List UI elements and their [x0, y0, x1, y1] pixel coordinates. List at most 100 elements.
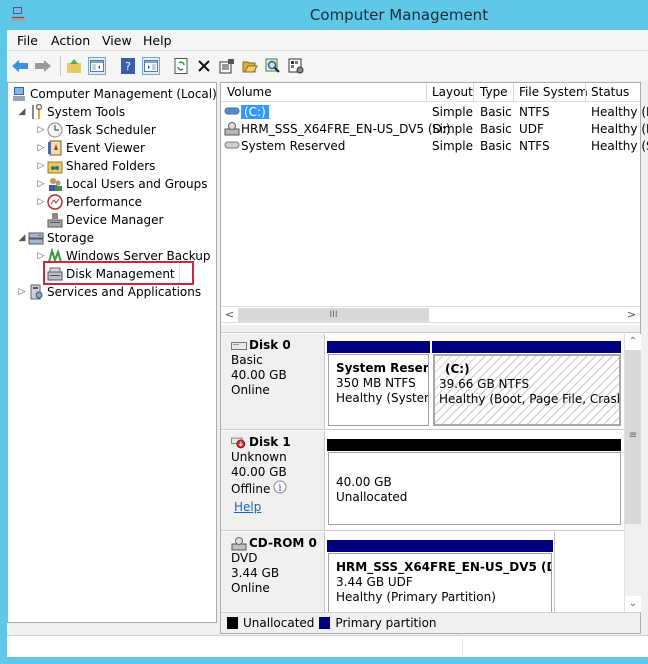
disk-type: DVD — [231, 551, 258, 565]
properties-icon[interactable] — [218, 57, 236, 75]
volume-drive-icon — [224, 105, 240, 120]
forward-icon[interactable] — [34, 57, 52, 75]
disk-size: 3.44 GB — [231, 566, 280, 580]
main-window: File Action View Help ? Computer Managem… — [7, 30, 648, 657]
tree-label: Computer Management (Local) — [30, 87, 217, 101]
partition-unallocated[interactable]: 40.00 GB Unallocated — [328, 452, 621, 525]
disk-row-cd-rom-0: CD-ROM 0 DVD 3.44 GB Online HRM_SSS_X64F… — [221, 532, 624, 612]
volume-row[interactable]: (C:) Simple Basic NTFS Healthy (B — [221, 104, 648, 121]
column-divider[interactable] — [585, 83, 586, 102]
collapsed-arrow-icon[interactable]: ▷ — [35, 179, 47, 189]
tree-item-system-tools[interactable]: ◢ System Tools — [16, 103, 125, 121]
tree-label: Event Viewer — [66, 141, 145, 155]
volume-row[interactable]: HRM_SSS_X64FRE_EN-US_DV5 (D:) Simple Bas… — [221, 121, 648, 138]
column-file-system[interactable]: File System — [519, 85, 588, 99]
partition-title: System Reserve — [336, 361, 429, 375]
partition-dvd[interactable]: HRM_SSS_X64FRE_EN-US_DV5 (D:) 3.44 GB UD… — [328, 553, 552, 612]
volume-name: System Reserved — [241, 139, 346, 153]
tree-label: Performance — [66, 195, 143, 209]
tree-item-services-and-applications[interactable]: ▷ Services and Applications — [16, 283, 201, 301]
disk-management-pane: Volume Layout Type File System Status (C… — [220, 82, 648, 634]
column-divider[interactable] — [513, 83, 514, 102]
help-icon[interactable]: ? — [119, 57, 137, 75]
partition-bar-primary — [327, 341, 430, 353]
console-tree: Computer Management (Local) ◢ System Too… — [7, 82, 217, 623]
scroll-right-icon[interactable]: > — [623, 307, 640, 323]
window-title: Computer Management — [309, 6, 489, 24]
up-folder-icon[interactable] — [65, 57, 83, 75]
collapsed-arrow-icon[interactable]: ▷ — [35, 251, 47, 261]
title-bar: Computer Management — [0, 0, 648, 30]
partition-system-reserved[interactable]: System Reserve 350 MB NTFS Healthy (Syst… — [328, 354, 429, 426]
partition-bar-primary — [432, 341, 621, 353]
collapsed-arrow-icon[interactable]: ▷ — [35, 161, 47, 171]
back-icon[interactable] — [11, 57, 29, 75]
partition-size: 39.66 GB NTFS — [439, 377, 530, 391]
collapsed-arrow-icon[interactable]: ▷ — [35, 125, 47, 135]
menu-view[interactable]: View — [102, 33, 132, 48]
scroll-down-icon[interactable]: ⌄ — [625, 596, 641, 612]
disk-view-vertical-scrollbar[interactable]: ⌃ ≡ ⌄ — [624, 334, 641, 612]
volume-fs: UDF — [519, 122, 544, 136]
menu-help[interactable]: Help — [143, 33, 172, 48]
tree-label: Shared Folders — [66, 159, 156, 173]
partition-status: Healthy (Primary Partition) — [336, 590, 496, 604]
tree-item-local-users-and-groups[interactable]: ▷ Local Users and Groups — [35, 175, 208, 193]
disk-info[interactable]: Disk 0 Basic 40.00 GB Online — [221, 334, 325, 429]
scroll-left-icon[interactable]: < — [221, 307, 238, 323]
tree-item-computer-management-local[interactable]: Computer Management (Local) — [11, 85, 217, 103]
scrollbar-thumb[interactable]: III — [238, 308, 429, 322]
collapsed-arrow-icon[interactable]: ▷ — [16, 287, 28, 297]
tree-label: Task Scheduler — [66, 123, 156, 137]
settings-icon[interactable] — [287, 57, 305, 75]
pane-splitter[interactable] — [221, 325, 640, 333]
tree-item-device-manager[interactable]: Device Manager — [47, 211, 163, 229]
volume-type: Basic — [480, 139, 512, 153]
disk-label: Disk 1 — [231, 435, 324, 450]
help-link[interactable]: Help — [234, 500, 261, 514]
scrollbar-thumb[interactable]: ≡ — [625, 350, 641, 524]
tree-item-event-viewer[interactable]: ▷ Event Viewer — [35, 139, 145, 157]
refresh-icon[interactable] — [172, 57, 190, 75]
tree-label: Device Manager — [66, 213, 164, 227]
tree-item-performance[interactable]: ▷ Performance — [35, 193, 142, 211]
disk-size: 40.00 GB — [231, 465, 287, 479]
menu-bar: File Action View Help — [7, 30, 648, 51]
partition-size: 40.00 GB — [336, 475, 392, 489]
disk-label: Disk 0 — [231, 338, 324, 353]
column-divider[interactable] — [426, 83, 427, 102]
disk-info[interactable]: CD-ROM 0 DVD 3.44 GB Online — [221, 532, 325, 612]
open-icon[interactable] — [241, 57, 259, 75]
volume-list-horizontal-scrollbar[interactable]: < III > — [221, 306, 640, 323]
volume-drive-icon — [224, 139, 240, 154]
volume-status: Healthy (S — [591, 139, 648, 153]
collapsed-arrow-icon[interactable]: ▷ — [35, 197, 47, 207]
menu-action[interactable]: Action — [51, 33, 90, 48]
expanded-arrow-icon[interactable]: ◢ — [16, 233, 28, 243]
partition-c[interactable]: (C:) 39.66 GB NTFS Healthy (Boot, Page F… — [433, 354, 621, 426]
delete-icon[interactable] — [195, 57, 213, 75]
menu-file[interactable]: File — [17, 33, 38, 48]
show-hide-action-pane-icon[interactable] — [142, 57, 160, 75]
volume-row[interactable]: System Reserved Simple Basic NTFS Health… — [221, 138, 648, 155]
search-icon[interactable] — [264, 57, 282, 75]
volume-list-header: Volume Layout Type File System Status — [221, 83, 640, 102]
column-volume[interactable]: Volume — [227, 85, 272, 99]
collapsed-arrow-icon[interactable]: ▷ — [35, 143, 47, 153]
toolbar: ? — [7, 51, 648, 81]
legend-swatch-unallocated — [227, 617, 238, 629]
expanded-arrow-icon[interactable]: ◢ — [16, 107, 28, 117]
column-divider[interactable] — [473, 83, 474, 102]
device-manager-icon — [47, 212, 63, 228]
disk-info[interactable]: Disk 1 Unknown 40.00 GB Offline i Help — [221, 431, 325, 530]
tree-item-storage[interactable]: ◢ Storage — [16, 229, 94, 247]
performance-icon — [47, 194, 63, 210]
show-hide-console-tree-icon[interactable] — [88, 57, 106, 75]
scroll-up-icon[interactable]: ⌃ — [625, 334, 641, 350]
column-type[interactable]: Type — [480, 85, 508, 99]
column-status[interactable]: Status — [591, 85, 629, 99]
column-layout[interactable]: Layout — [432, 85, 473, 99]
tree-item-task-scheduler[interactable]: ▷ Task Scheduler — [35, 121, 156, 139]
info-icon[interactable]: i — [273, 480, 287, 498]
tree-item-shared-folders[interactable]: ▷ Shared Folders — [35, 157, 155, 175]
